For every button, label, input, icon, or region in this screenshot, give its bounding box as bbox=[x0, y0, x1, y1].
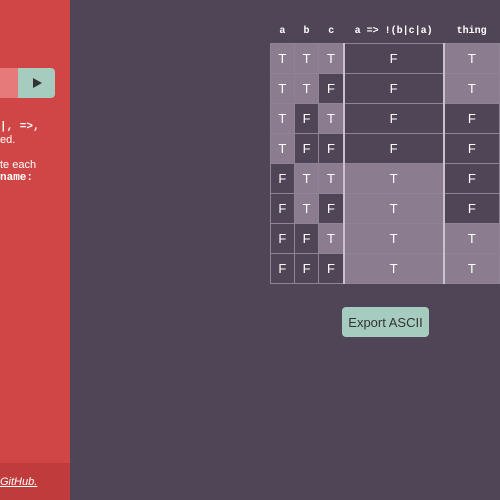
table-row: FFFTT bbox=[270, 252, 500, 284]
cell-a: F bbox=[270, 192, 295, 224]
expression-input[interactable] bbox=[0, 68, 18, 98]
table-row: FFTTT bbox=[270, 222, 500, 254]
cell-c: F bbox=[318, 132, 345, 164]
cell-c: T bbox=[318, 42, 345, 74]
cell-a: T bbox=[270, 72, 295, 104]
cell-c: F bbox=[318, 72, 345, 104]
cell-thing: F bbox=[443, 192, 500, 224]
cell-c: F bbox=[318, 252, 345, 284]
truth-table: a b c a => !(b|c|a) thing TTTFTTTFFTTFTF… bbox=[270, 20, 500, 284]
table-row: FTFTF bbox=[270, 192, 500, 224]
column-header-c: c bbox=[328, 25, 335, 37]
cell-expression: T bbox=[343, 252, 445, 284]
cell-b: F bbox=[293, 252, 320, 284]
cell-thing: T bbox=[443, 72, 500, 104]
cell-b: T bbox=[293, 42, 320, 74]
table-row: TTTFT bbox=[270, 42, 500, 74]
cell-c: T bbox=[318, 102, 345, 134]
export-ascii-button[interactable]: Export ASCII bbox=[342, 307, 429, 337]
cell-b: T bbox=[293, 192, 320, 224]
column-header-a: a bbox=[279, 25, 286, 37]
cell-expression: F bbox=[343, 72, 445, 104]
table-row: FTTTF bbox=[270, 162, 500, 194]
cell-b: T bbox=[293, 162, 320, 194]
cell-thing: F bbox=[443, 132, 500, 164]
help-line-name: te each bbox=[0, 159, 37, 171]
cell-a: F bbox=[270, 222, 295, 254]
column-header-expression: a => !(b|c|a) bbox=[354, 25, 433, 37]
cell-thing: T bbox=[443, 222, 500, 254]
cell-b: F bbox=[293, 222, 320, 254]
play-icon bbox=[32, 78, 42, 88]
cell-expression: T bbox=[343, 222, 445, 254]
cell-expression: F bbox=[343, 42, 445, 74]
cell-a: F bbox=[270, 252, 295, 284]
cell-expression: F bbox=[343, 132, 445, 164]
syntax-help-text: |, =>, ed. te each name: bbox=[0, 121, 70, 185]
cell-c: T bbox=[318, 162, 345, 194]
sidebar: |, =>, ed. te each name: GitHub. bbox=[0, 0, 70, 500]
run-button[interactable] bbox=[18, 68, 55, 98]
cell-expression: T bbox=[343, 162, 445, 194]
cell-expression: T bbox=[343, 192, 445, 224]
help-line-operators: |, =>, bbox=[0, 121, 40, 133]
table-row: TFFFF bbox=[270, 132, 500, 164]
cell-thing: T bbox=[443, 252, 500, 284]
github-link[interactable]: GitHub. bbox=[0, 463, 70, 500]
help-line-supported: ed. bbox=[0, 134, 16, 146]
cell-a: T bbox=[270, 42, 295, 74]
table-row: TFTFF bbox=[270, 102, 500, 134]
cell-expression: F bbox=[343, 102, 445, 134]
cell-a: T bbox=[270, 102, 295, 134]
cell-c: T bbox=[318, 222, 345, 254]
cell-b: T bbox=[293, 72, 320, 104]
table-header-row: a b c a => !(b|c|a) thing bbox=[271, 20, 500, 43]
column-header-thing: thing bbox=[456, 25, 487, 37]
column-header-b: b bbox=[303, 25, 310, 37]
table-row: TTFFT bbox=[270, 72, 500, 104]
cell-a: F bbox=[270, 162, 295, 194]
cell-thing: F bbox=[443, 102, 500, 134]
cell-thing: T bbox=[443, 42, 500, 74]
cell-thing: F bbox=[443, 162, 500, 194]
help-line-name-syntax: name: bbox=[0, 172, 34, 184]
cell-a: T bbox=[270, 132, 295, 164]
cell-c: F bbox=[318, 192, 345, 224]
cell-b: F bbox=[293, 102, 320, 134]
cell-b: F bbox=[293, 132, 320, 164]
